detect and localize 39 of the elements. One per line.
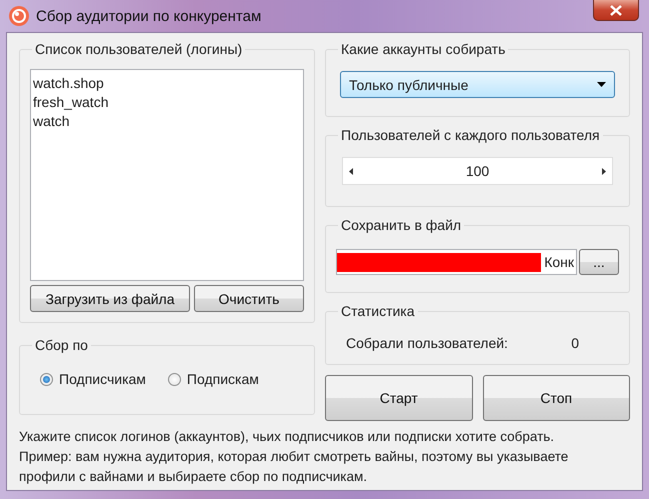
- help-text: Укажите список логинов (аккаунтов), чьих подписчиков или подписки хотите собрать.: [19, 428, 556, 446]
- radio-option[interactable]: Подписчикам: [40, 371, 146, 387]
- group-title: Сбор по: [34, 337, 89, 353]
- start-button[interactable]: Старт: [325, 375, 472, 421]
- clear-button[interactable]: Очистить: [194, 285, 304, 312]
- help-text: профили с вайнами и выбираете сбор по подписчикам.: [19, 468, 368, 486]
- group-title: Пользователей с каждого пользователя: [340, 127, 601, 143]
- right-arrow-icon[interactable]: [602, 168, 606, 174]
- dropdown-arrow-icon: [597, 82, 606, 87]
- spinner-value: 100: [466, 163, 490, 179]
- group-title: Статистика: [340, 303, 416, 319]
- group-title: Сохранить в файл: [340, 217, 462, 233]
- dropdown-value: Только публичные: [349, 76, 468, 92]
- window-title: Сбор аудитории по конкурентам: [36, 8, 262, 24]
- browse-button[interactable]: ...: [579, 249, 619, 275]
- stat-label: Собрали пользователей:: [346, 335, 508, 351]
- group-title: Список пользователей (логины): [34, 41, 244, 57]
- radio-label: Подписчикам: [59, 371, 146, 387]
- list-item[interactable]: fresh_watch: [33, 93, 108, 112]
- group-title: Какие аккаунты собирать: [340, 41, 506, 57]
- stop-button[interactable]: Стоп: [482, 375, 630, 421]
- stat-value: 0: [571, 335, 579, 351]
- user-list[interactable]: watch.shop fresh_watch watch: [30, 69, 304, 281]
- file-path-field[interactable]: Конк: [336, 249, 577, 275]
- load-file-button[interactable]: Загрузить из файла: [30, 285, 190, 312]
- close-icon: [610, 4, 622, 16]
- help-text: Пример: вам нужна аудитория, которая любит смотреть вайны, поэтому вы указываете: [19, 448, 570, 466]
- close-button[interactable]: [593, 0, 639, 21]
- accounts-dropdown[interactable]: Только публичные: [340, 71, 615, 98]
- radio-option[interactable]: Подпискам: [168, 371, 259, 387]
- field-value: Конк: [544, 254, 574, 270]
- list-item[interactable]: watch.shop: [33, 74, 104, 93]
- app-logo-icon: [8, 5, 30, 27]
- left-arrow-icon[interactable]: [349, 168, 353, 174]
- list-item[interactable]: watch: [33, 112, 70, 131]
- radio-label: Подпискам: [186, 371, 259, 387]
- radio-icon[interactable]: [40, 372, 53, 386]
- radio-icon[interactable]: [168, 372, 181, 386]
- count-spinner[interactable]: 100: [342, 157, 613, 185]
